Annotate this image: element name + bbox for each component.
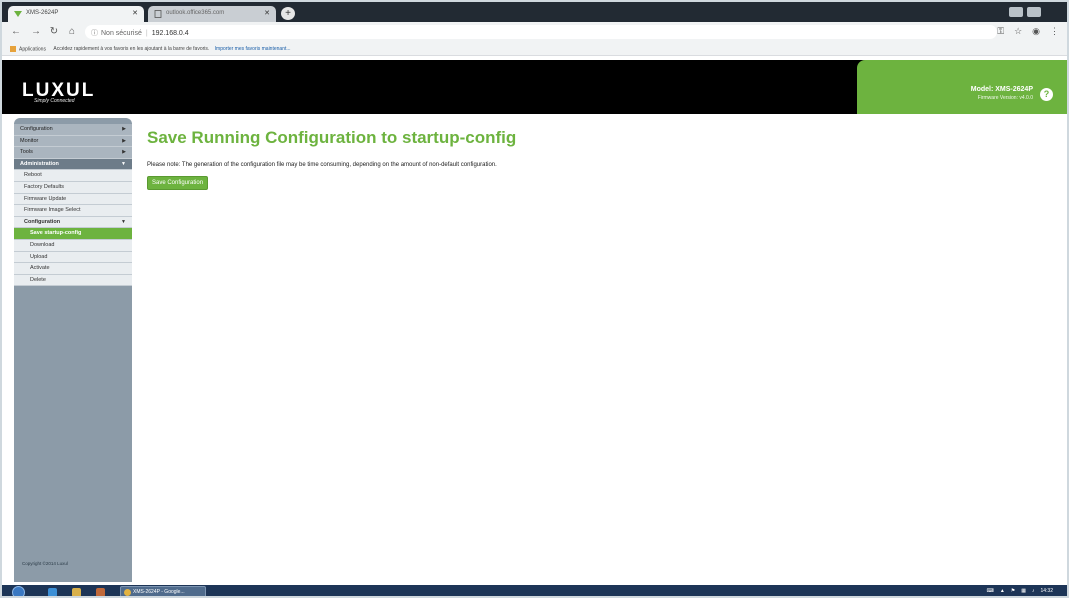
sidebar-menu: Configuration ▶ Monitor ▶ Tools ▶ Administr…: [14, 124, 132, 287]
arrow-right-icon: ▶: [122, 137, 126, 144]
new-tab-button[interactable]: +: [281, 7, 295, 20]
home-icon[interactable]: ⌂: [66, 26, 78, 38]
sidebar-item-label: Firmware Update: [24, 195, 67, 202]
luxul-favicon-icon: [14, 11, 22, 17]
window-controls: [1009, 4, 1061, 35]
key-icon[interactable]: ⚿: [997, 26, 1004, 36]
address-input[interactable]: ⓘ Non sécurisé | 192.168.0.4: [85, 25, 997, 39]
maximize-icon[interactable]: [1027, 7, 1042, 17]
address-separator: |: [145, 30, 148, 37]
sidebar-item-label: Download: [30, 241, 55, 248]
chrome-icon: [124, 589, 131, 596]
start-button-icon[interactable]: [12, 586, 25, 596]
sidebar-item-label: Upload: [30, 253, 48, 260]
arrow-right-icon: ▶: [122, 126, 126, 132]
page-favicon-icon: [154, 10, 162, 18]
save-configuration-button[interactable]: Save Configuration: [147, 176, 209, 190]
page-note: Please note: The generation of the confi…: [147, 162, 497, 168]
network-icon[interactable]: ▦: [1021, 588, 1026, 594]
tab-close-icon[interactable]: ✕: [264, 9, 270, 17]
tab-title: XMS-2624P: [26, 10, 59, 16]
apps-link[interactable]: Applications: [19, 46, 46, 52]
sidebar: Configuration ▶ Monitor ▶ Tools ▶ Administr…: [14, 118, 132, 582]
help-icon[interactable]: ?: [1040, 88, 1053, 101]
sidebar-item-admin-configuration[interactable]: Configuration ▼: [14, 216, 132, 229]
sidebar-item-label: Firmware Image Select: [24, 207, 81, 214]
screenshot-frame: XMS-2624P ✕ outlook.office365.com ✕ + ← …: [0, 0, 1069, 598]
back-arrow-icon[interactable]: ←: [10, 26, 22, 38]
browser-tab-active[interactable]: XMS-2624P ✕: [8, 6, 144, 22]
sidebar-item-label: Reboot: [24, 172, 42, 179]
folder-icon[interactable]: [72, 588, 81, 596]
url-text: 192.168.0.4: [151, 30, 189, 37]
sidebar-item-firmware-update[interactable]: Firmware Update: [14, 193, 132, 206]
arrow-down-icon: ▼: [121, 218, 126, 225]
firmware-version: Firmware Version: v4.0.0: [977, 95, 1033, 101]
reload-icon[interactable]: ↻: [48, 26, 60, 38]
sidebar-item-delete[interactable]: Delete: [14, 274, 132, 287]
sidebar-item-label: Delete: [30, 276, 46, 283]
bookmarks-hint: Accédez rapidement à vos favoris en les …: [53, 46, 210, 53]
star-icon[interactable]: ☆: [1014, 26, 1022, 36]
sidebar-item-label: Administration: [20, 160, 59, 167]
tray-arrow-icon[interactable]: ▲: [1000, 588, 1005, 594]
sidebar-item-download[interactable]: Download: [14, 239, 132, 252]
minimize-icon[interactable]: [1009, 7, 1023, 17]
sidebar-item-monitor[interactable]: Monitor ▶: [14, 135, 132, 148]
sidebar-item-factory-defaults[interactable]: Factory Defaults: [14, 181, 132, 194]
taskbar-chrome-task[interactable]: XMS-2624P - Google...: [120, 586, 206, 596]
model-name: Model: XMS-2624P: [970, 86, 1033, 93]
windows-taskbar: XMS-2624P - Google... ⌨ ▲ ⚑ ▦ ♪ 14:32: [2, 585, 1067, 596]
volume-icon[interactable]: ♪: [1032, 588, 1035, 594]
security-label: Non sécurisé: [101, 30, 142, 37]
import-bookmarks-link[interactable]: Importer mes favoris maintenant...: [215, 46, 291, 52]
copyright-text: Copyright ©2014 Luxul: [22, 561, 68, 566]
tab-close-icon[interactable]: ✕: [132, 9, 138, 17]
sidebar-item-label: Monitor: [20, 137, 39, 144]
sidebar-item-configuration[interactable]: Configuration ▶: [14, 124, 132, 136]
address-bar-row: ← → ↻ ⌂ ⓘ Non sécurisé | 192.168.0.4 ⚿ ☆ ◉ ⋮: [2, 22, 1067, 42]
task-label: XMS-2624P - Google...: [133, 589, 185, 595]
sidebar-item-label: Tools: [20, 149, 33, 156]
main-content: Save Running Configuration to startup-co…: [147, 128, 1047, 190]
sidebar-item-label: Configuration: [20, 126, 53, 132]
keyboard-icon[interactable]: ⌨: [987, 588, 994, 594]
model-panel: Model: XMS-2624P Firmware Version: v4.0.…: [857, 60, 1067, 114]
sidebar-item-upload[interactable]: Upload: [14, 251, 132, 264]
sidebar-item-label: Activate: [30, 265, 50, 272]
sidebar-item-firmware-image-select[interactable]: Firmware Image Select: [14, 205, 132, 217]
sidebar-item-activate[interactable]: Activate: [14, 263, 132, 275]
logo-tagline: Simply Connected: [34, 98, 75, 104]
ie-icon[interactable]: [48, 588, 57, 596]
sidebar-item-label: Save startup-config: [30, 230, 82, 237]
browser-tabstrip: XMS-2624P ✕ outlook.office365.com ✕ +: [2, 2, 1067, 35]
flag-icon[interactable]: ⚑: [1011, 588, 1015, 594]
info-icon[interactable]: ⓘ: [91, 30, 98, 37]
address-actions: ⚿ ☆ ◉ ⋮: [987, 26, 1059, 37]
sidebar-item-administration[interactable]: Administration ▼: [14, 158, 132, 171]
sidebar-item-reboot[interactable]: Reboot: [14, 170, 132, 182]
arrow-down-icon: ▼: [121, 160, 126, 167]
sidebar-item-label: Factory Defaults: [24, 183, 65, 190]
sidebar-item-save-startup-config[interactable]: Save startup-config: [14, 228, 132, 240]
browser-tab-inactive[interactable]: outlook.office365.com ✕: [148, 6, 276, 22]
media-icon[interactable]: [96, 588, 105, 596]
bookmarks-bar: Applications Accédez rapidement à vos fa…: [2, 42, 1067, 56]
page-title: Save Running Configuration to startup-co…: [147, 128, 517, 147]
forward-arrow-icon[interactable]: →: [30, 26, 42, 38]
clock[interactable]: 14:32: [1040, 588, 1053, 594]
sidebar-item-tools[interactable]: Tools ▶: [14, 147, 132, 159]
menu-dots-icon[interactable]: ⋮: [1050, 26, 1059, 36]
apps-grid-icon[interactable]: [10, 46, 16, 52]
system-tray: ⌨ ▲ ⚑ ▦ ♪ 14:32: [981, 588, 1053, 594]
tab-title: outlook.office365.com: [166, 10, 225, 16]
sidebar-item-label: Configuration: [24, 218, 61, 225]
arrow-right-icon: ▶: [122, 149, 126, 156]
account-icon[interactable]: ◉: [1032, 26, 1040, 36]
